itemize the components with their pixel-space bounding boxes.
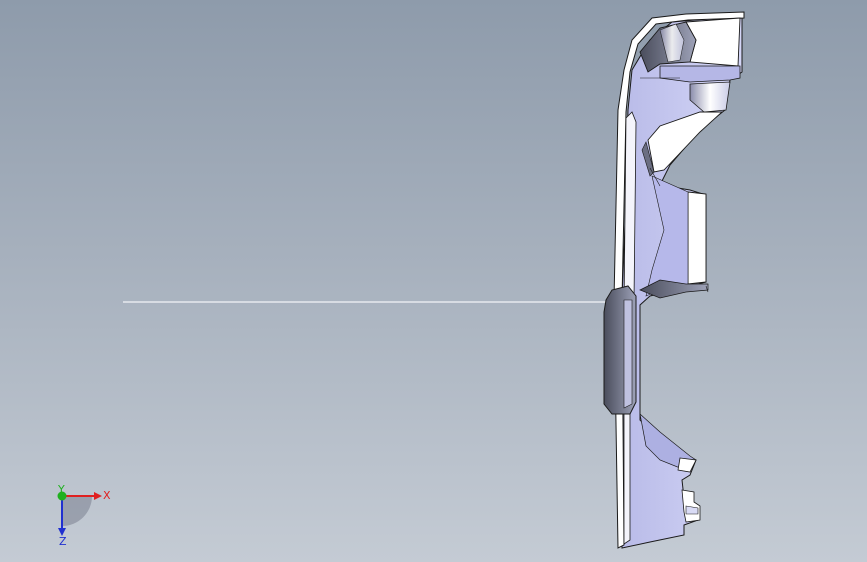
y-axis-label: Y (57, 483, 65, 496)
top-ledge (659, 65, 741, 83)
coordinate-triad: X Y Z (57, 483, 111, 547)
dark-boss-highlight (623, 299, 633, 409)
lower-clip-top (677, 457, 697, 473)
triad-shading (62, 496, 92, 526)
lower-clip-body (681, 489, 701, 523)
middle-window (687, 191, 707, 285)
cad-graphics-viewport[interactable]: X Y Z (0, 0, 867, 562)
x-axis-arrow (94, 492, 102, 500)
part-model-section-view[interactable] (0, 0, 867, 562)
z-axis-label: Z (59, 535, 67, 547)
x-axis-label: X (103, 489, 111, 502)
